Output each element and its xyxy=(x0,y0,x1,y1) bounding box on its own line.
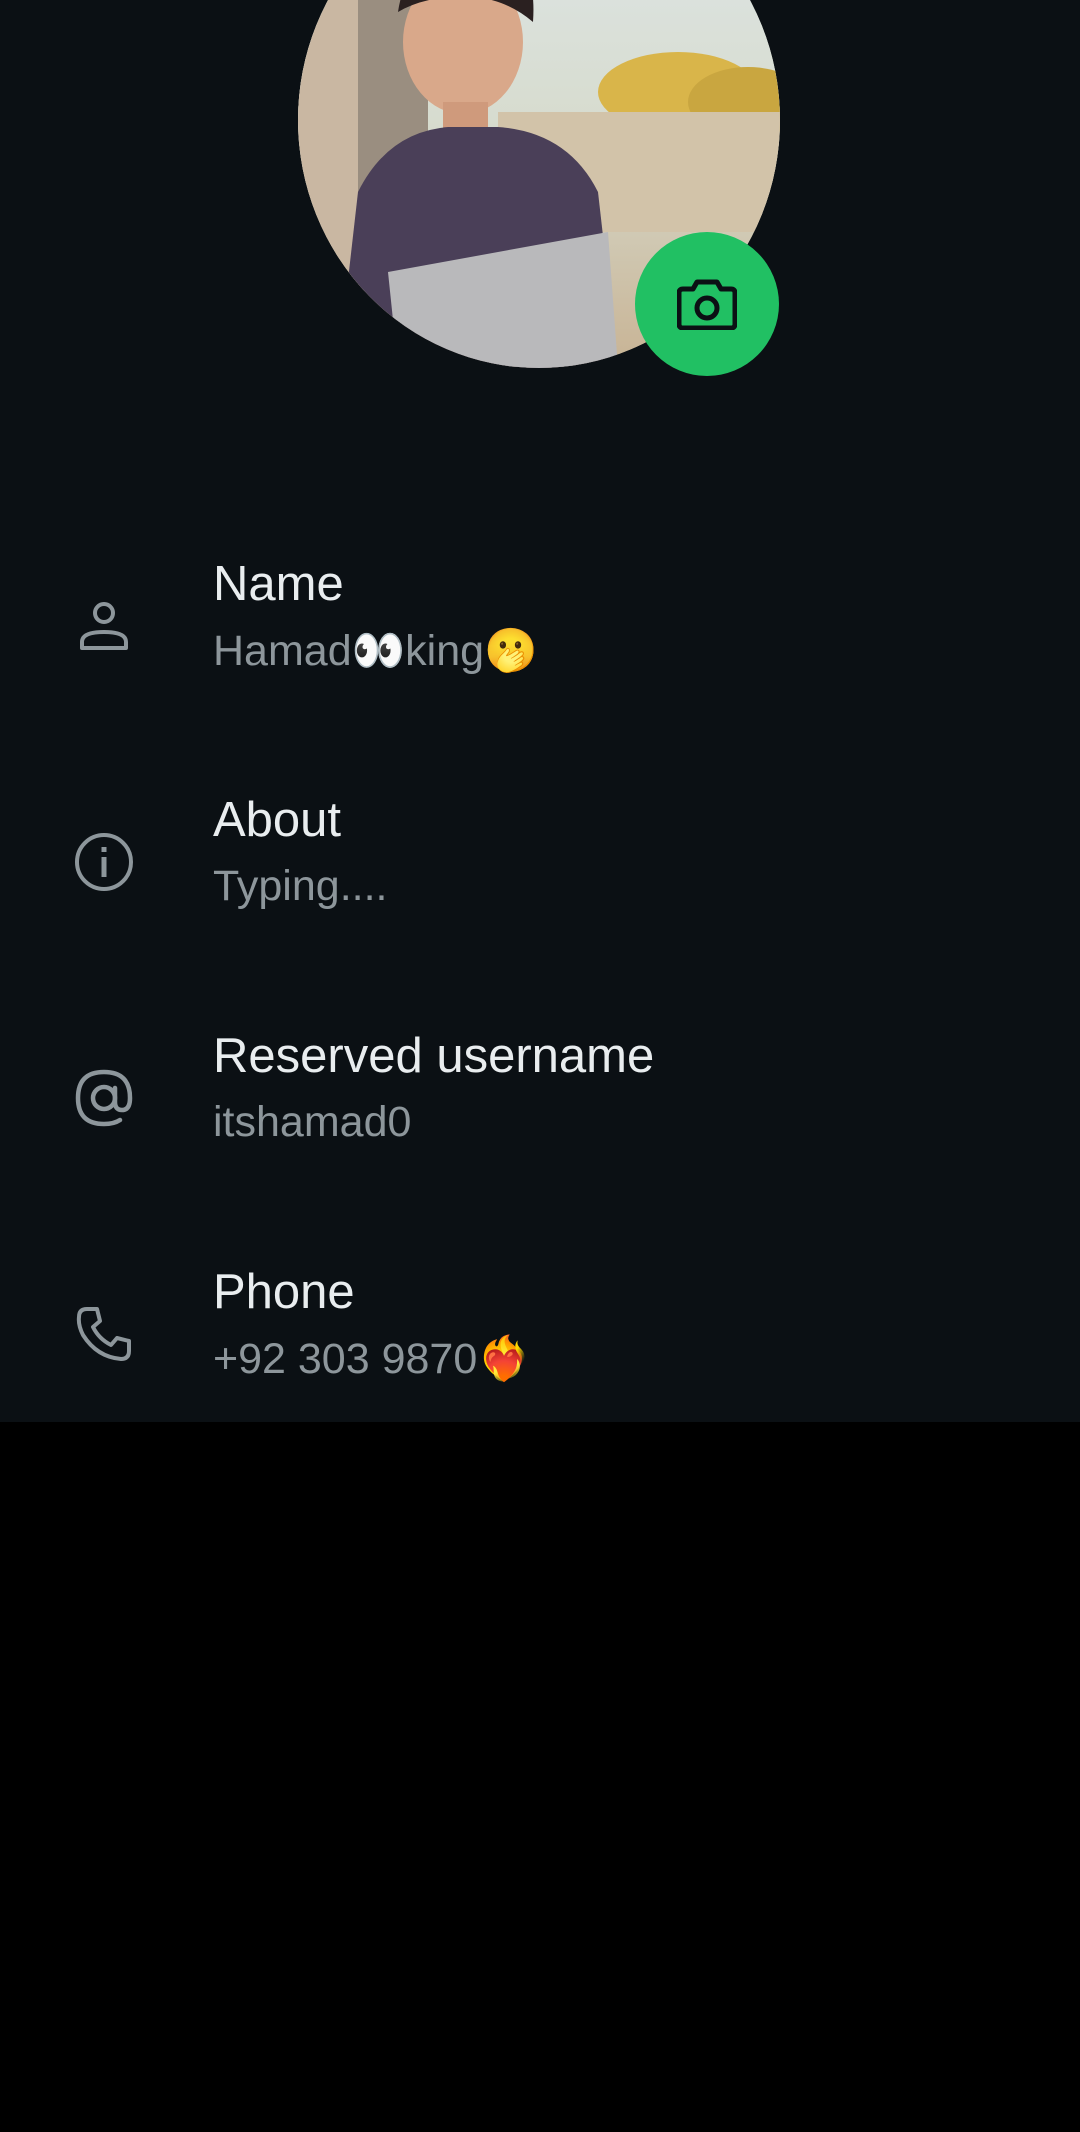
profile-photo-container xyxy=(298,0,780,376)
username-row[interactable]: Reserved username itshamad0 xyxy=(0,1012,1080,1212)
phone-value: +92 303 9870❤️‍🔥 xyxy=(213,1335,531,1383)
change-photo-button[interactable] xyxy=(635,232,779,376)
username-title: Reserved username xyxy=(213,1029,655,1083)
name-value: Hamad👀king🫢 xyxy=(213,627,538,675)
phone-row[interactable]: Phone +92 303 9870❤️‍🔥 xyxy=(0,1248,1080,1422)
about-title: About xyxy=(213,793,342,847)
camera-icon xyxy=(677,279,737,330)
name-row[interactable]: Name Hamad👀king🫢 xyxy=(0,540,1080,740)
about-row[interactable]: About Typing.... xyxy=(0,776,1080,976)
profile-screen: Name Hamad👀king🫢 About Typing.... Reserv… xyxy=(0,0,1080,1422)
about-value: Typing.... xyxy=(213,862,388,910)
info-icon xyxy=(68,826,140,898)
person-icon xyxy=(68,590,140,662)
at-sign-icon xyxy=(68,1062,140,1134)
phone-icon xyxy=(68,1298,140,1370)
name-title: Name xyxy=(213,557,344,611)
screen: Name Hamad👀king🫢 About Typing.... Reserv… xyxy=(0,0,1080,2132)
username-value: itshamad0 xyxy=(213,1098,412,1146)
phone-title: Phone xyxy=(213,1265,355,1319)
